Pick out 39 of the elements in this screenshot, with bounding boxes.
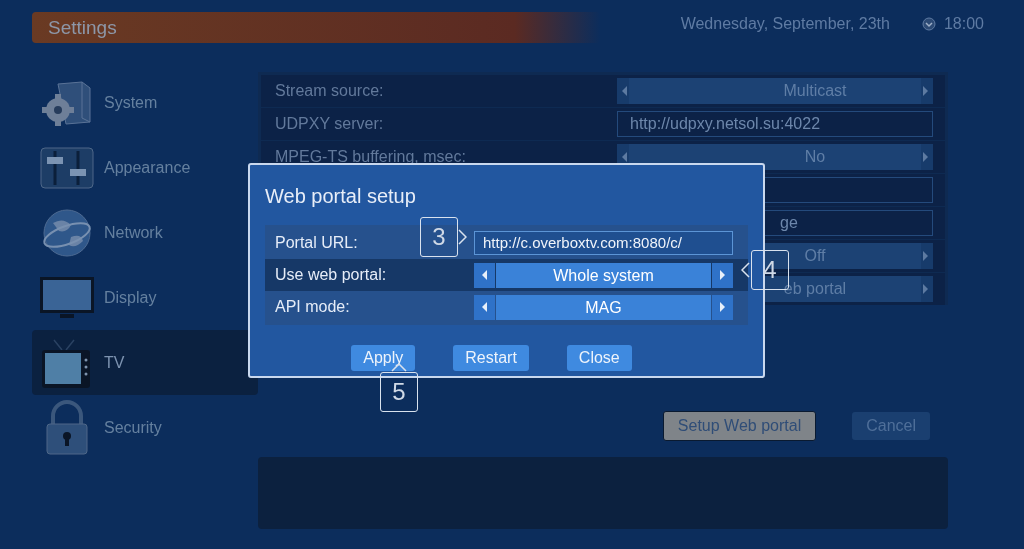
globe-icon (41, 206, 93, 259)
right-arrow-icon[interactable] (923, 86, 928, 96)
right-arrow-icon[interactable] (923, 251, 928, 261)
action-button[interactable]: Setup Web portal (662, 411, 817, 441)
right-arrow-icon[interactable] (720, 302, 725, 312)
pointer-icon (458, 229, 467, 245)
text-field[interactable]: http://udpxy.netsol.su:4022 (617, 111, 933, 137)
sidebar-item[interactable]: Network (32, 200, 258, 265)
left-arrow-icon[interactable] (482, 302, 487, 312)
setting-label[interactable]: Portal URL: (275, 231, 358, 255)
dialog-button[interactable]: Restart (453, 345, 529, 371)
dialog-title: Web portal setup (265, 184, 417, 209)
left-arrow-icon[interactable] (482, 270, 487, 280)
value-selector[interactable]: Multicast (617, 78, 933, 104)
date-text: Wednesday, September, 23th (680, 14, 890, 34)
setting-label[interactable]: API mode: (275, 295, 350, 319)
right-arrow-icon[interactable] (923, 284, 928, 294)
clock-icon (921, 17, 936, 31)
sliders-icon (38, 144, 96, 191)
time-text: 18:00 (943, 14, 984, 34)
sidebar-item[interactable]: Display (32, 265, 258, 330)
sidebar-item[interactable]: TV (32, 330, 258, 395)
padlock-icon (44, 399, 90, 456)
setting-label: MPEG-TS buffering, msec: (275, 147, 466, 167)
sidebar-item[interactable]: Security (32, 395, 258, 460)
setting-label: UDPXY server: (275, 114, 384, 134)
setting-label: Stream source: (275, 81, 384, 101)
left-arrow-icon[interactable] (622, 86, 627, 96)
pointer-icon (741, 262, 750, 278)
right-arrow-icon[interactable] (923, 152, 928, 162)
setting-label[interactable]: Use web portal: (275, 263, 387, 287)
sidebar-item[interactable]: System (32, 70, 258, 135)
dialog-button[interactable]: Apply (351, 345, 416, 371)
right-arrow-icon[interactable] (720, 270, 725, 280)
left-arrow-icon[interactable] (622, 152, 627, 162)
sidebar-item[interactable]: Appearance (32, 135, 258, 200)
dialog-button[interactable]: Close (566, 345, 632, 371)
monitor-icon (38, 274, 96, 321)
url-field[interactable]: http://c.overboxtv.com:8080/c/ (474, 231, 733, 255)
